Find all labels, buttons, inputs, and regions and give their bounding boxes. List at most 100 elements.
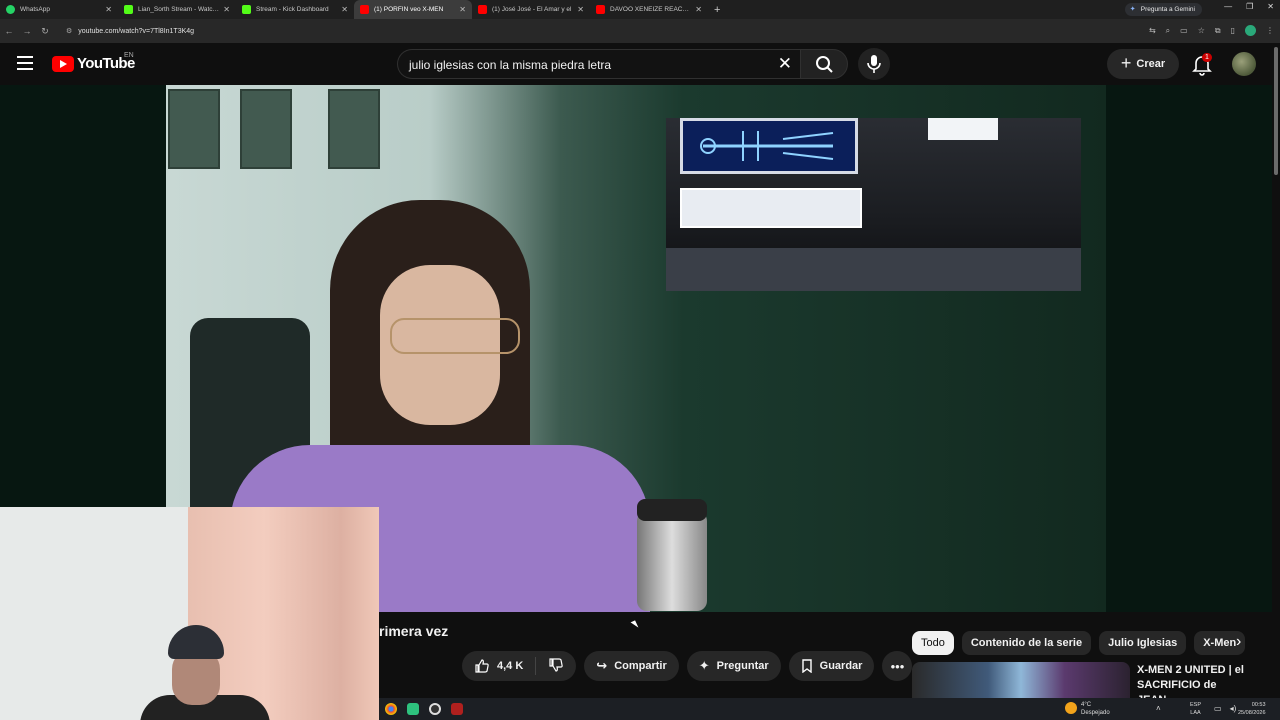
tab-youtube-jose-jose[interactable]: (1) José José - El Amar y el ✕ (472, 0, 590, 19)
close-icon[interactable]: ✕ (459, 5, 466, 14)
chip-todo[interactable]: Todo (912, 631, 954, 655)
tray-icons: ▭ ◂) (1214, 704, 1236, 713)
wall-frame (328, 89, 380, 169)
ask-label: Preguntar (716, 660, 769, 672)
weather-icon (1065, 702, 1077, 714)
mouse-cursor (630, 620, 639, 630)
clear-search-icon[interactable]: ✕ (778, 54, 792, 74)
youtube-header: YouTube EN julio iglesias con la misma p… (0, 43, 1280, 85)
kick-icon (242, 5, 251, 14)
close-icon[interactable]: ✕ (577, 5, 584, 14)
close-window-icon[interactable]: ✕ (1267, 2, 1274, 11)
tab-youtube-active[interactable]: (1) PORFIN veo X-MEN ✕ (354, 0, 472, 19)
gemini-button[interactable]: ✦ Pregunta a Gemini (1124, 3, 1202, 16)
site-info-icon[interactable]: ⚙ (66, 27, 72, 35)
create-label: Crear (1136, 58, 1166, 70)
back-icon[interactable]: ← (0, 26, 18, 36)
more-actions-button[interactable]: ••• (882, 651, 913, 681)
menu-kebab-icon[interactable]: ⋮ (1266, 26, 1274, 35)
youtube-logo[interactable]: YouTube EN (52, 52, 135, 72)
extension-toolbar: ⇆ ⌕ ▭ ☆ ⧉ ▯ ⋮ (1149, 25, 1274, 36)
address-bar: ← → ↻ ⚙ youtube.com/watch?v=7Tl8In1T3K4g… (0, 19, 1280, 43)
filter-chips: Todo Contenido de la serie Julio Iglesia… (912, 631, 1246, 655)
cap (168, 625, 224, 659)
app-red-icon[interactable] (451, 703, 463, 715)
sidepanel-icon[interactable]: ▯ (1231, 26, 1235, 35)
ask-button[interactable]: ✦ Preguntar (686, 651, 781, 681)
time: 00:53 (1251, 702, 1266, 708)
save-button[interactable]: Guardar (788, 651, 875, 681)
page-scrollbar[interactable] (1272, 43, 1280, 720)
dislike-button[interactable] (536, 657, 576, 676)
youtube-play-icon (52, 55, 74, 72)
app-icon[interactable] (407, 703, 419, 715)
notifications-button[interactable]: 1 (1190, 52, 1214, 76)
sparkle-icon: ✦ (698, 658, 710, 673)
browser-tab-strip: WhatsApp ✕ Lian_Sorth Stream - Watch Liv… (0, 0, 1280, 19)
tray-chevron-icon[interactable]: ˄ (1156, 704, 1161, 713)
cast-icon[interactable]: ▭ (1180, 26, 1188, 35)
close-icon[interactable]: ✕ (223, 5, 230, 14)
avatar[interactable] (1232, 52, 1256, 76)
close-icon[interactable]: ✕ (695, 5, 702, 14)
tab-label: (1) PORFIN veo X-MEN (374, 6, 444, 13)
plus-icon: + (1120, 52, 1132, 73)
close-icon[interactable]: ✕ (341, 5, 348, 14)
xray-screen (680, 118, 858, 174)
os-taskbar: 4°C Despejado ˄ ESP LAA ▭ ◂) 00:53 25/08… (379, 698, 1280, 720)
chevron-right-icon[interactable]: › (1236, 633, 1241, 651)
youtube-icon (360, 5, 369, 14)
obs-icon[interactable] (429, 703, 441, 715)
tab-youtube-davoo[interactable]: DAVOO XENEIZE REACCIONA ✕ (590, 0, 708, 19)
minimize-icon[interactable]: — (1224, 2, 1232, 11)
bookmark-star-icon[interactable]: ☆ (1198, 26, 1205, 35)
share-button[interactable]: ↪ Compartir (584, 651, 679, 681)
profile-icon[interactable] (1245, 25, 1256, 36)
scrollbar-thumb[interactable] (1274, 47, 1278, 175)
chip-series-content[interactable]: Contenido de la serie (961, 631, 1092, 655)
microphone-icon (867, 55, 881, 73)
glasses (390, 318, 520, 354)
clock[interactable]: 00:53 25/08/2026 (1238, 701, 1266, 717)
voice-search-button[interactable] (858, 48, 890, 80)
layout-code: LAA (1190, 710, 1201, 716)
thumbs-up-icon (475, 659, 489, 673)
gemini-label: Pregunta a Gemini (1140, 6, 1195, 13)
skeleton-icon (700, 131, 834, 161)
weather-widget[interactable]: 4°C Despejado (1065, 701, 1110, 717)
gemini-icon: ✦ (1129, 6, 1136, 13)
forward-icon[interactable]: → (18, 26, 36, 36)
like-dislike-group: 4,4 K (462, 651, 577, 681)
like-button[interactable]: 4,4 K (462, 657, 537, 675)
save-label: Guardar (819, 660, 863, 672)
temperature: 4°C (1081, 702, 1092, 708)
weather-text: Despejado (1081, 710, 1110, 716)
network-icon[interactable]: ▭ (1214, 704, 1222, 713)
reload-icon[interactable]: ↻ (36, 26, 54, 37)
system-tray: ˄ (1156, 704, 1161, 713)
search-button[interactable] (800, 49, 848, 79)
hamburger-menu-icon[interactable] (17, 56, 33, 70)
tab-kick-stream[interactable]: Lian_Sorth Stream - Watch Live ✕ (118, 0, 236, 19)
search-icon (816, 56, 833, 73)
restore-icon[interactable]: ❐ (1246, 2, 1253, 11)
close-icon[interactable]: ✕ (105, 5, 112, 14)
tab-kick-dashboard[interactable]: Stream - Kick Dashboard ✕ (236, 0, 354, 19)
chrome-icon[interactable] (385, 703, 397, 715)
chip-julio-iglesias[interactable]: Julio Iglesias (1099, 631, 1187, 655)
extensions-icon[interactable]: ⧉ (1215, 26, 1221, 36)
new-tab-button[interactable]: + (714, 4, 720, 16)
search-input[interactable]: julio iglesias con la misma piedra letra… (397, 49, 800, 79)
url-field[interactable]: ⚙ youtube.com/watch?v=7Tl8In1T3K4g (66, 27, 194, 36)
tab-label: Lian_Sorth Stream - Watch Live (138, 6, 219, 13)
volume-icon[interactable]: ◂) (1230, 704, 1237, 713)
region-code: EN (124, 52, 134, 59)
create-button[interactable]: + Crear (1107, 49, 1179, 79)
kick-icon (124, 5, 133, 14)
webcam-overlay (0, 507, 379, 720)
translate-icon[interactable]: ⇆ (1149, 26, 1156, 35)
tab-whatsapp[interactable]: WhatsApp ✕ (0, 0, 118, 19)
scan-panel (680, 188, 862, 228)
language-indicator[interactable]: ESP LAA (1190, 701, 1201, 717)
zoom-icon[interactable]: ⌕ (1166, 26, 1170, 36)
